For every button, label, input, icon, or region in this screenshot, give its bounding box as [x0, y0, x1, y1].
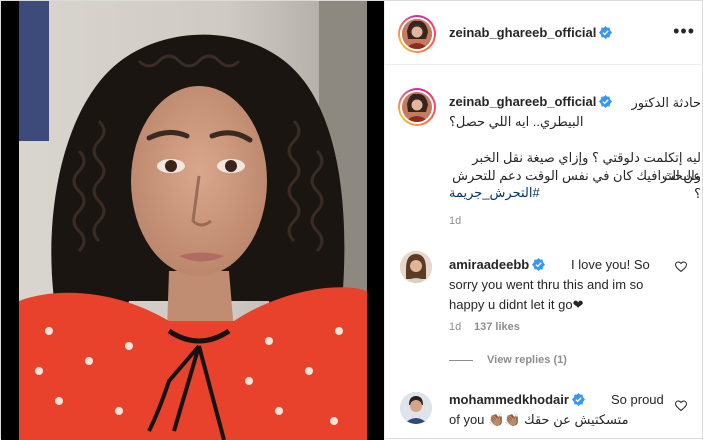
- story-ring[interactable]: [398, 15, 436, 53]
- comment-2-text-line-1: So proud: [611, 392, 664, 407]
- caption-username[interactable]: zeinab_ghareeb_official: [449, 94, 613, 109]
- woman-portrait-image: [19, 1, 367, 440]
- caption-line-2: البيطري.. ايه اللي حصل؟: [449, 114, 584, 129]
- caption-line-1: حادثة الدكتور: [631, 95, 702, 110]
- caption-username-text[interactable]: zeinab_ghareeb_official: [449, 94, 596, 109]
- verified-badge-icon: [599, 26, 613, 39]
- caption-timestamp[interactable]: 1d: [449, 215, 461, 227]
- comment-1-text-line-1: I love you! So: [571, 257, 650, 272]
- like-comment-heart-icon[interactable]: [675, 400, 687, 412]
- story-ring-inner: [400, 17, 434, 51]
- view-replies-label[interactable]: View replies (1): [487, 354, 567, 366]
- comment-avatar-amiraadeebb[interactable]: [400, 251, 432, 283]
- verified-badge-icon: [571, 393, 585, 406]
- comment-1-username-text[interactable]: amiraadeebb: [449, 257, 529, 272]
- caption-avatar: [402, 92, 432, 122]
- header-username[interactable]: zeinab_ghareeb_official: [449, 25, 613, 40]
- comment-2-text-line-2: of you 👏🏽👏🏽 متسكتيش عن حقك: [449, 412, 629, 427]
- comment-1-text-line-2: sorry you went thru this and im so: [449, 277, 644, 292]
- post-header: zeinab_ghareeb_official •••: [385, 1, 703, 65]
- instagram-post: zeinab_ghareeb_official ••• zeinab_ghare…: [0, 0, 703, 440]
- comment-1-likes[interactable]: 137 likes: [474, 321, 520, 333]
- caption-hashtag-link[interactable]: #التحرش_جريمة: [449, 184, 569, 202]
- more-options-ellipsis-icon[interactable]: •••: [673, 21, 695, 42]
- post-media[interactable]: [1, 1, 384, 440]
- comment-avatar-mohammedkhodair[interactable]: [400, 392, 432, 424]
- post-photo: [19, 1, 367, 440]
- header-username-text[interactable]: zeinab_ghareeb_official: [449, 25, 596, 40]
- comment-1-text-line-3: happy u didnt let it go❤: [449, 297, 584, 312]
- caption-ring-inner: [400, 90, 434, 124]
- comment-1-timestamp[interactable]: 1d: [449, 321, 461, 333]
- comment-username-amiraadeebb[interactable]: amiraadeebb: [449, 255, 546, 275]
- post-side-panel: zeinab_ghareeb_official ••• zeinab_ghare…: [384, 1, 703, 440]
- verified-badge-icon: [532, 258, 546, 271]
- comment-2-username-text[interactable]: mohammedkhodair: [449, 392, 569, 407]
- like-comment-heart-icon[interactable]: [675, 261, 687, 273]
- author-avatar: [402, 19, 432, 49]
- caption-story-ring[interactable]: [398, 88, 436, 126]
- replies-divider-line: [449, 359, 473, 361]
- comment-username-mohammedkhodair[interactable]: mohammedkhodair: [449, 390, 585, 410]
- view-replies-button[interactable]: View replies (1): [449, 354, 567, 366]
